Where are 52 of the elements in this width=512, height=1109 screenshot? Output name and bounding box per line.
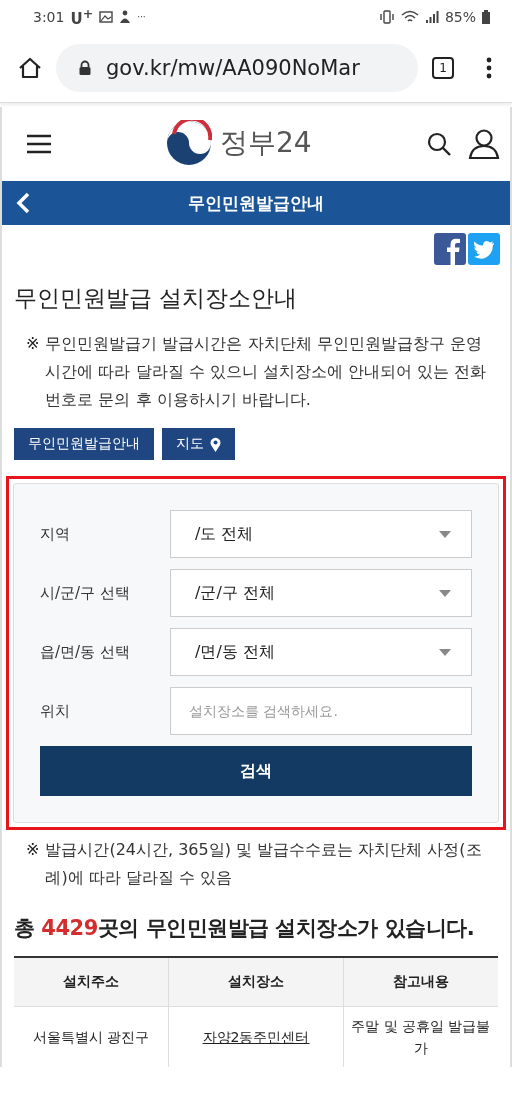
field-label: 위치 [40, 701, 71, 721]
notice-text: 무인민원발급기 발급시간은 자치단체 무인민원발급창구 운영시간에 따라 달라질 수 있으니 설치장소에 안내되어 있는 전화번호로 문의 후 이용하시기 바랍니다. [45, 333, 488, 411]
wifi-icon [400, 10, 419, 24]
battery-icon [482, 10, 490, 24]
location-pin-icon [210, 436, 221, 452]
map-button[interactable]: 지도 [162, 428, 235, 460]
site-logo-text[interactable]: 정부24 [220, 124, 312, 162]
dropdown-caret-icon [439, 530, 451, 538]
search-icon[interactable] [426, 131, 452, 157]
page-header-title: 무인민원발급안내 [188, 191, 324, 215]
url-text: gov.kr/mw/AA090NoMar [106, 56, 360, 80]
address-bar[interactable]: gov.kr/mw/AA090NoMar [56, 44, 418, 92]
column-header: 설치장소 [168, 957, 344, 1007]
twitter-icon[interactable] [468, 233, 500, 265]
page-title: 무인민원발급 설치장소안내 [14, 284, 299, 313]
signal-icon [424, 10, 439, 24]
dropdown-field[interactable]: /면/동 전체 [170, 628, 472, 676]
column-header: 설치주소 [14, 957, 169, 1007]
back-icon[interactable] [16, 192, 30, 214]
status-time: 3:01 [33, 9, 65, 25]
image-icon [99, 11, 114, 23]
dropdown-field[interactable]: /군/구 전체 [170, 569, 472, 617]
dropdown-field[interactable]: /도 전체 [170, 510, 472, 558]
more-notifications-label: ··· [137, 12, 146, 22]
table-cell: 서울특별시 광진구 [14, 1006, 169, 1067]
field-label: 지역 [40, 524, 71, 544]
table-cell: 주말 및 공휴일 발급불가 [343, 1006, 498, 1067]
place-link[interactable]: 자양2동주민센터 [202, 1029, 310, 1045]
tab-count-button[interactable]: 1 [432, 57, 454, 79]
notice-text: 발급시간(24시간, 365일) 및 발급수수료는 자치단체 사정(조례)에 따라 달라질 수 있음 [45, 839, 483, 889]
field-label: 읍/면/동 선택 [40, 642, 131, 662]
search-button[interactable]: 검색 [40, 746, 472, 796]
dropdown-caret-icon [439, 589, 451, 597]
reference-mark: ※ [26, 839, 40, 861]
column-header: 참고내용 [343, 957, 498, 1007]
menu-icon[interactable] [26, 134, 52, 154]
facebook-icon[interactable] [434, 233, 466, 265]
home-icon[interactable] [18, 57, 42, 79]
field-label: 시/군/구 선택 [40, 583, 131, 603]
carrier-label: U$^{+}$ [70, 6, 94, 28]
search-input-field[interactable]: 설치장소를 검색하세요. [170, 687, 472, 735]
reference-mark: ※ [26, 333, 40, 355]
person-icon [119, 10, 132, 24]
dropdown-caret-icon [439, 648, 451, 656]
battery-level: 85% [444, 9, 476, 25]
guide-button[interactable]: 무인민원발급안내 [14, 428, 154, 460]
vibrate-icon [378, 10, 395, 24]
total-count-heading: 총 4429곳의 무인민원발급 설치장소가 있습니다. [14, 915, 476, 942]
user-icon[interactable] [468, 129, 500, 159]
menu-icon[interactable] [486, 57, 492, 79]
taegeuk-logo-icon [166, 120, 212, 166]
lock-icon [78, 60, 92, 76]
